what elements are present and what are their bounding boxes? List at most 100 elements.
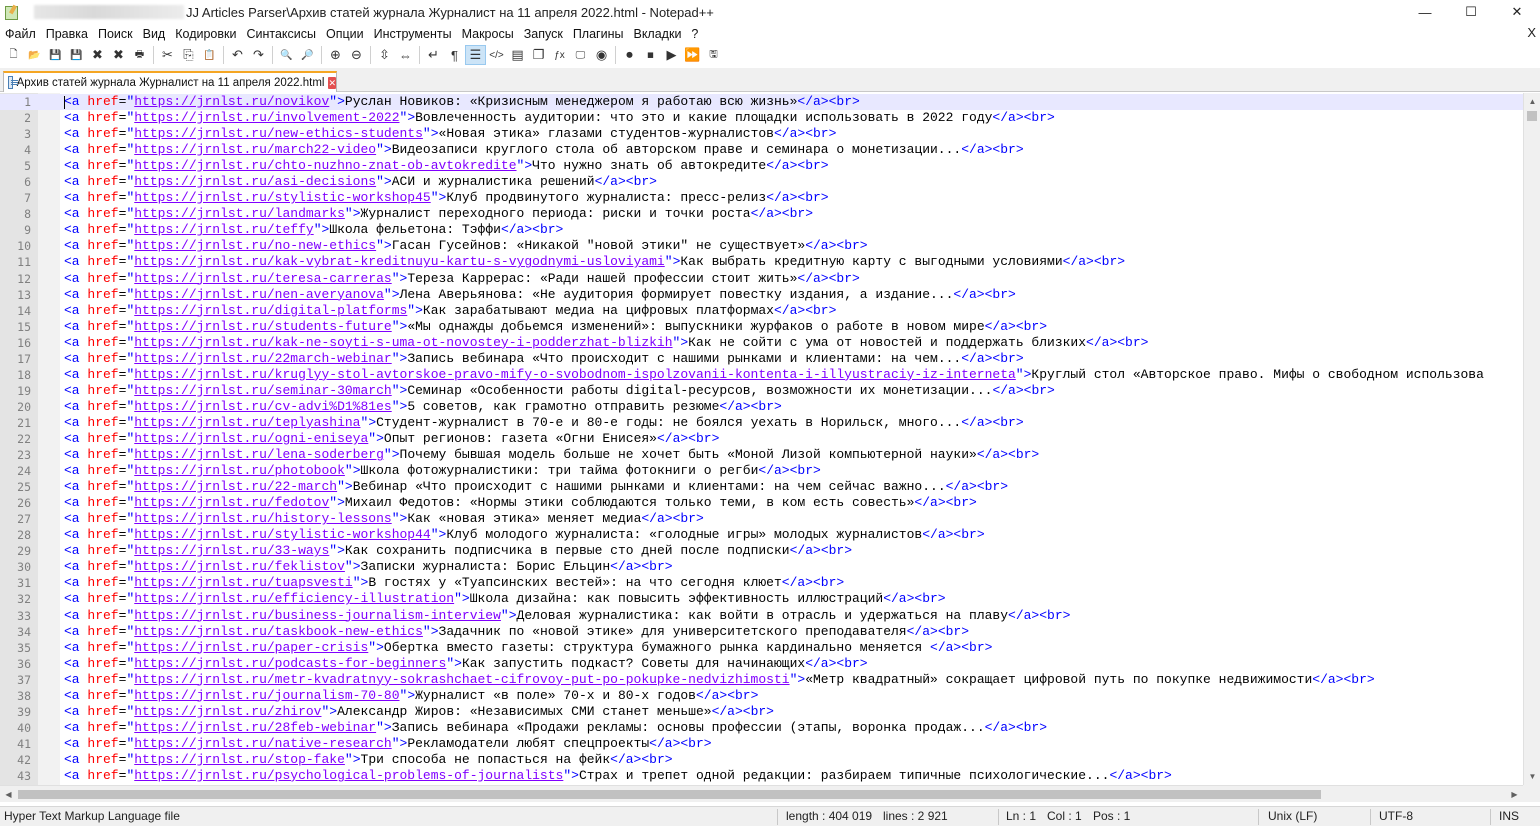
code-text[interactable]: <a href="https://jrnlst.ru/cv-advi%D1%81…	[64, 399, 782, 415]
code-text[interactable]: <a href="https://jrnlst.ru/no-new-ethics…	[64, 238, 868, 254]
code-text[interactable]: <a href="https://jrnlst.ru/landmarks">Жу…	[64, 206, 813, 222]
horizontal-scroll-thumb[interactable]	[18, 790, 1321, 799]
code-text[interactable]: <a href="https://jrnlst.ru/efficiency-il…	[64, 591, 946, 607]
code-text[interactable]: <a href="https://jrnlst.ru/photobook">Шк…	[64, 463, 821, 479]
function-list-icon[interactable]: ƒx	[549, 45, 570, 65]
zoom-in-icon[interactable]: ⊕	[325, 45, 346, 65]
code-text[interactable]: <a href="https://jrnlst.ru/stop-fake">Тр…	[64, 752, 673, 768]
code-line[interactable]: 12 <a href="https://jrnlst.ru/teresa-carr…	[0, 271, 1523, 287]
code-text[interactable]: <a href="https://jrnlst.ru/teresa-carrer…	[64, 271, 860, 287]
copy-icon[interactable]: ⎘	[178, 45, 199, 65]
code-line[interactable]: 40 <a href="https://jrnlst.ru/28feb-webin…	[0, 720, 1523, 736]
code-line[interactable]: 5 <a href="https://jrnlst.ru/chto-nuzhno-…	[0, 158, 1523, 174]
monitoring-icon[interactable]: ◉	[591, 45, 612, 65]
menu-item[interactable]: Кодировки	[170, 27, 241, 41]
code-text[interactable]: <a href="https://jrnlst.ru/paper-crisis"…	[64, 640, 992, 656]
scroll-down-icon[interactable]: ▼	[1524, 768, 1540, 785]
save-macro-icon[interactable]: 🖫	[703, 45, 724, 65]
doc-list-icon[interactable]: ❐	[528, 45, 549, 65]
word-wrap-icon[interactable]: ↵	[423, 45, 444, 65]
close-all-icon[interactable]: ✖	[108, 45, 129, 65]
code-line[interactable]: 9 <a href="https://jrnlst.ru/teffy">Школа…	[0, 222, 1523, 238]
vertical-scroll-thumb[interactable]	[1527, 111, 1537, 121]
code-text[interactable]: <a href="https://jrnlst.ru/digital-platf…	[64, 303, 836, 319]
scroll-right-icon[interactable]: ▶	[1506, 786, 1523, 803]
code-line[interactable]: 30 <a href="https://jrnlst.ru/feklistov">…	[0, 559, 1523, 575]
menu-item[interactable]: Правка	[41, 27, 93, 41]
code-text[interactable]: <a href="https://jrnlst.ru/students-futu…	[64, 319, 1047, 335]
record-macro-icon[interactable]: ⏺	[619, 45, 640, 65]
tab-active-document[interactable]: Архив статей журнала Журналист на 11 апр…	[3, 71, 337, 92]
redo-icon[interactable]: ↷	[248, 45, 269, 65]
code-text[interactable]: <a href="https://jrnlst.ru/history-lesso…	[64, 511, 704, 527]
zoom-out-icon[interactable]: ⊖	[346, 45, 367, 65]
show-all-chars-icon[interactable]: ¶	[444, 45, 465, 65]
code-text[interactable]: <a href="https://jrnlst.ru/seminar-30mar…	[64, 383, 1055, 399]
code-text[interactable]: <a href="https://jrnlst.ru/feklistov">За…	[64, 559, 673, 575]
code-text[interactable]: <a href="https://jrnlst.ru/zhirov">Алекс…	[64, 704, 774, 720]
code-text[interactable]: <a href="https://jrnlst.ru/22-march">Веб…	[64, 479, 1008, 495]
code-line[interactable]: 28 <a href="https://jrnlst.ru/stylistic-w…	[0, 527, 1523, 543]
indent-guide-icon[interactable]: ☰	[465, 45, 486, 65]
code-text[interactable]: <a href="https://jrnlst.ru/asi-decisions…	[64, 174, 657, 190]
horizontal-scrollbar[interactable]: ◀ ▶	[0, 785, 1523, 802]
code-text[interactable]: <a href="https://jrnlst.ru/28feb-webinar…	[64, 720, 1047, 736]
code-text[interactable]: <a href="https://jrnlst.ru/stylistic-wor…	[64, 190, 829, 206]
code-line[interactable]: 23 <a href="https://jrnlst.ru/lena-soderb…	[0, 447, 1523, 463]
scroll-left-icon[interactable]: ◀	[0, 786, 17, 803]
code-text[interactable]: <a href="https://jrnlst.ru/stylistic-wor…	[64, 527, 985, 543]
sync-horizontal-icon[interactable]: ⇔	[395, 45, 416, 65]
code-text[interactable]: <a href="https://jrnlst.ru/chto-nuzhno-z…	[64, 158, 829, 174]
minimize-button[interactable]: —	[1402, 0, 1448, 24]
code-text[interactable]: <a href="https://jrnlst.ru/lena-soderber…	[64, 447, 1039, 463]
menu-item[interactable]: Опции	[321, 27, 369, 41]
new-file-icon[interactable]: 🗋	[3, 45, 24, 65]
code-line[interactable]: 33 <a href="https://jrnlst.ru/business-jo…	[0, 608, 1523, 624]
sync-vertical-icon[interactable]: ⇳	[374, 45, 395, 65]
maximize-button[interactable]: ☐	[1448, 0, 1494, 24]
menu-item[interactable]: Плагины	[568, 27, 629, 41]
code-text[interactable]: <a href="https://jrnlst.ru/33-ways">Как …	[64, 543, 852, 559]
code-line[interactable]: 27 <a href="https://jrnlst.ru/history-les…	[0, 511, 1523, 527]
code-text[interactable]: <a href="https://jrnlst.ru/novikov">Русл…	[64, 94, 860, 110]
code-line[interactable]: 10 <a href="https://jrnlst.ru/no-new-ethi…	[0, 238, 1523, 254]
code-line[interactable]: 3 <a href="https://jrnlst.ru/new-ethics-s…	[0, 126, 1523, 142]
cut-icon[interactable]: ✂	[157, 45, 178, 65]
code-line[interactable]: 4 <a href="https://jrnlst.ru/march22-vide…	[0, 142, 1523, 158]
code-line[interactable]: 16 <a href="https://jrnlst.ru/kak-ne-soyt…	[0, 335, 1523, 351]
code-line[interactable]: 20 <a href="https://jrnlst.ru/cv-advi%D1%…	[0, 399, 1523, 415]
code-text[interactable]: <a href="https://jrnlst.ru/journalism-70…	[64, 688, 758, 704]
find-icon[interactable]: 🔍	[276, 45, 297, 65]
menu-item[interactable]: Вкладки	[628, 27, 686, 41]
code-line[interactable]: 42 <a href="https://jrnlst.ru/stop-fake">…	[0, 752, 1523, 768]
code-line[interactable]: 11 <a href="https://jrnlst.ru/kak-vybrat-…	[0, 254, 1523, 270]
code-line[interactable]: 7 <a href="https://jrnlst.ru/stylistic-wo…	[0, 190, 1523, 206]
close-document-button[interactable]: X	[1527, 25, 1536, 40]
status-insert-mode[interactable]: INS	[1499, 807, 1519, 826]
code-text[interactable]: <a href="https://jrnlst.ru/kruglyy-stol-…	[64, 367, 1484, 383]
code-line[interactable]: 13 <a href="https://jrnlst.ru/nen-averyan…	[0, 287, 1523, 303]
code-line[interactable]: 41 <a href="https://jrnlst.ru/native-rese…	[0, 736, 1523, 752]
code-text[interactable]: <a href="https://jrnlst.ru/march22-video…	[64, 142, 1024, 158]
code-line[interactable]: 21 <a href="https://jrnlst.ru/teplyashina…	[0, 415, 1523, 431]
code-line[interactable]: 43 <a href="https://jrnlst.ru/psychologic…	[0, 768, 1523, 784]
doc-map-icon[interactable]: ▤	[507, 45, 528, 65]
code-line[interactable]: 37 <a href="https://jrnlst.ru/metr-kvadra…	[0, 672, 1523, 688]
menu-item[interactable]: Вид	[138, 27, 171, 41]
code-line[interactable]: 6 <a href="https://jrnlst.ru/asi-decision…	[0, 174, 1523, 190]
code-text[interactable]: <a href="https://jrnlst.ru/kak-ne-soyti-…	[64, 335, 1148, 351]
open-file-icon[interactable]: 📂	[24, 45, 45, 65]
code-text[interactable]: <a href="https://jrnlst.ru/tuapsvesti">В…	[64, 575, 844, 591]
replace-icon[interactable]: 🔎	[297, 45, 318, 65]
code-line[interactable]: 15 <a href="https://jrnlst.ru/students-fu…	[0, 319, 1523, 335]
close-icon[interactable]: ✖	[87, 45, 108, 65]
code-text[interactable]: <a href="https://jrnlst.ru/fedotov">Миха…	[64, 495, 977, 511]
code-line[interactable]: 29 <a href="https://jrnlst.ru/33-ways">Ка…	[0, 543, 1523, 559]
close-window-button[interactable]: ✕	[1494, 0, 1540, 24]
code-text[interactable]: <a href="https://jrnlst.ru/psychological…	[64, 768, 1172, 784]
menu-item[interactable]: Запуск	[519, 27, 568, 41]
code-text[interactable]: <a href="https://jrnlst.ru/new-ethics-st…	[64, 126, 836, 142]
code-text[interactable]: <a href="https://jrnlst.ru/nen-averyanov…	[64, 287, 1016, 303]
code-line[interactable]: 39 <a href="https://jrnlst.ru/zhirov">Але…	[0, 704, 1523, 720]
code-line[interactable]: 1 <a href="https://jrnlst.ru/novikov">Рус…	[0, 94, 1523, 111]
